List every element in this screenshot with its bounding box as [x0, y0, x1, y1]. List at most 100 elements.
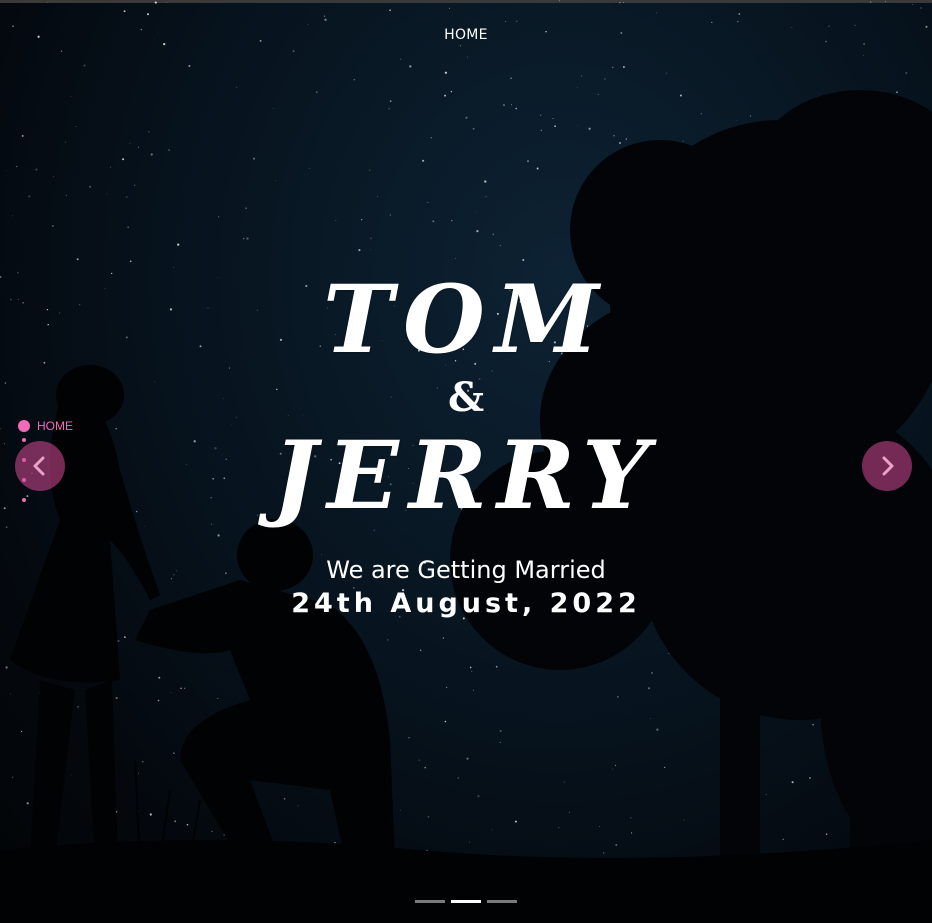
star [579, 223, 581, 225]
star [369, 169, 371, 171]
star [592, 241, 594, 244]
carousel-indicator[interactable] [415, 900, 445, 903]
star [863, 43, 865, 45]
star [229, 663, 231, 665]
star [173, 752, 175, 754]
star [844, 172, 848, 175]
star [846, 764, 849, 767]
star [700, 113, 702, 115]
star [588, 203, 591, 206]
star [656, 12, 658, 14]
star [39, 691, 42, 695]
star [126, 196, 128, 198]
star [387, 639, 389, 641]
star [773, 144, 776, 147]
star [186, 823, 189, 826]
star [630, 817, 632, 819]
star [88, 845, 91, 848]
star [465, 116, 468, 119]
star [485, 196, 487, 198]
star [448, 7, 450, 9]
star [297, 805, 299, 807]
star [588, 127, 591, 130]
star [469, 841, 470, 843]
star [381, 798, 383, 800]
star [188, 64, 191, 68]
star [777, 656, 780, 659]
star [424, 766, 427, 769]
star [352, 712, 354, 714]
star [599, 826, 601, 827]
star [255, 817, 258, 820]
star [615, 843, 618, 846]
star [929, 192, 932, 195]
star [666, 72, 668, 74]
star [905, 71, 908, 75]
star [149, 813, 152, 816]
star [160, 631, 162, 633]
star [773, 156, 775, 158]
star [679, 629, 682, 632]
star [368, 768, 371, 771]
star [609, 6, 611, 8]
star [473, 689, 475, 691]
star [376, 195, 379, 198]
star [844, 704, 846, 706]
star [127, 226, 130, 229]
star [323, 15, 325, 17]
star [912, 4, 913, 5]
star [668, 652, 670, 655]
star [133, 184, 136, 187]
star [406, 858, 409, 861]
star [110, 742, 113, 745]
star [920, 7, 922, 9]
star [554, 622, 556, 624]
star [426, 849, 429, 853]
star [223, 834, 225, 836]
star [217, 216, 220, 218]
star [631, 832, 633, 834]
star [510, 77, 512, 80]
star [191, 623, 193, 624]
star [765, 794, 767, 795]
star [253, 836, 256, 839]
star [168, 149, 171, 152]
star [604, 195, 607, 198]
star [386, 726, 389, 729]
star [117, 640, 120, 643]
star [28, 195, 31, 198]
star [718, 647, 721, 650]
star [109, 166, 112, 168]
star [612, 768, 614, 770]
star [749, 623, 751, 626]
star [65, 194, 67, 196]
carousel-indicator-active[interactable] [451, 900, 481, 903]
star [351, 810, 354, 813]
star [343, 644, 346, 646]
star [882, 785, 885, 788]
star [334, 841, 336, 844]
star [650, 718, 651, 719]
star [484, 180, 487, 183]
star [885, 665, 886, 666]
star [252, 157, 256, 160]
star [180, 687, 182, 690]
star [817, 701, 819, 703]
star [789, 660, 792, 662]
star [243, 826, 245, 828]
star [389, 214, 391, 216]
star [568, 811, 570, 813]
star [370, 237, 372, 240]
star [123, 10, 126, 13]
star [113, 803, 115, 805]
carousel-indicator[interactable] [487, 900, 517, 903]
star [820, 113, 822, 115]
nav-home-link[interactable]: HOME [444, 27, 488, 43]
star [241, 780, 244, 783]
star [552, 118, 554, 120]
star [729, 222, 730, 224]
star [923, 822, 926, 825]
star [445, 686, 448, 688]
star [170, 692, 172, 693]
star [763, 213, 766, 216]
